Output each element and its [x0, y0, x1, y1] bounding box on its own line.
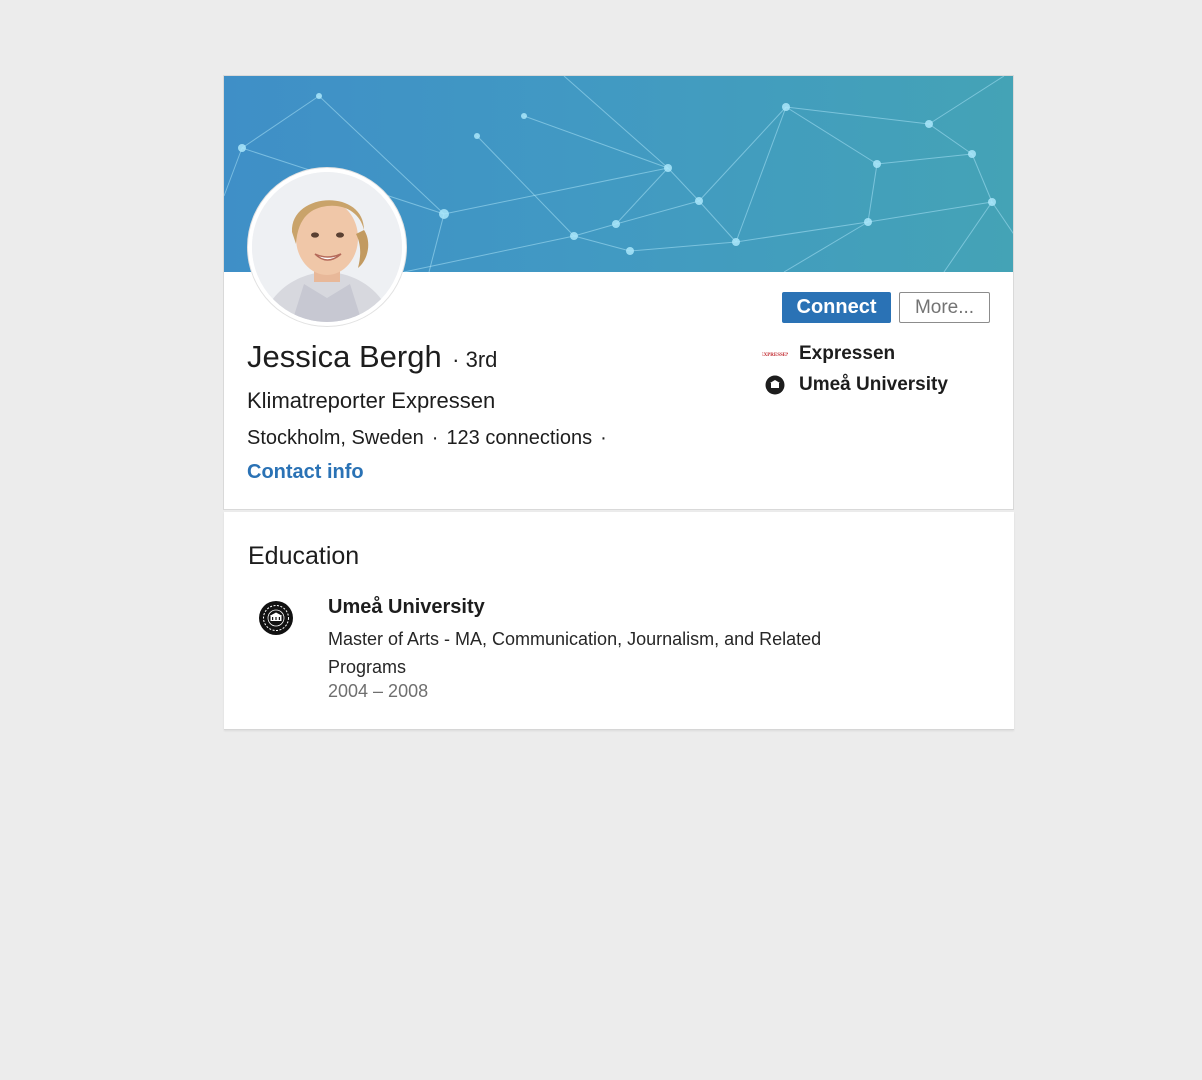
umea-university-seal-icon[interactable] [259, 601, 293, 635]
svg-text:EXPRESSEN: EXPRESSEN [762, 353, 788, 358]
profile-top-card: Connect More... Jessica Bergh · 3rd Klim… [223, 75, 1014, 510]
separator-dot: · [431, 427, 439, 449]
sidebar-item-label: Expressen [799, 343, 896, 364]
profile-connections[interactable]: 123 connections [446, 427, 592, 449]
name-row: Jessica Bergh · 3rd [247, 339, 497, 375]
profile-location: Stockholm, Sweden [247, 427, 424, 449]
sidebar-item-label: Umeå University [799, 374, 948, 395]
umea-university-logo-icon [762, 375, 788, 395]
education-years: 2004 – 2008 [328, 681, 429, 701]
more-button[interactable]: More... [899, 292, 990, 323]
section-title: Education [248, 542, 360, 570]
profile-name: Jessica Bergh [247, 339, 442, 374]
contact-info-link[interactable]: Contact info [247, 461, 364, 484]
education-degree: Master of Arts - MA, Communication, Jour… [328, 629, 822, 677]
sidebar-item-umea-university[interactable]: Umeå University [762, 373, 948, 397]
connection-degree: · 3rd [452, 347, 498, 372]
education-school[interactable]: Umeå University [328, 596, 485, 619]
profile-headline: Klimatreporter Expressen [247, 388, 496, 413]
profile-photo[interactable] [248, 168, 406, 326]
connect-button[interactable]: Connect [782, 292, 891, 323]
sidebar-item-expressen[interactable]: EXPRESSEN Expressen [762, 342, 895, 366]
expressen-logo-icon: EXPRESSEN [762, 344, 788, 364]
separator-dot: · [600, 427, 607, 449]
profile-meta: Stockholm, Sweden · 123 connections · [247, 427, 615, 450]
education-card: Education Umeå University Master of Arts… [224, 512, 1014, 730]
